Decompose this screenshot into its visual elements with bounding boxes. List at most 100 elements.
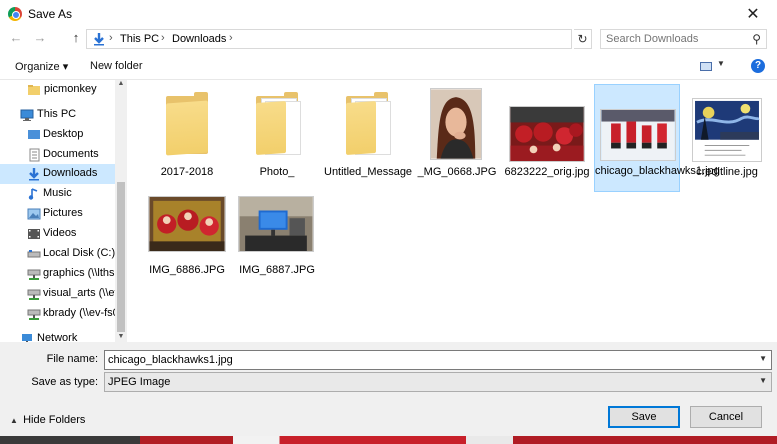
breadcrumb-separator: › — [229, 32, 233, 44]
image-thumbnail — [148, 196, 226, 252]
chevron-up-icon: ▲ — [10, 416, 18, 425]
file-item-creditline[interactable]: creditline.jpg — [684, 86, 770, 190]
file-name: 6823222_orig.jpg — [504, 166, 590, 178]
image-thumbnail — [430, 88, 482, 160]
sidebar-item-visual-arts[interactable]: visual_arts (\\ev- — [0, 284, 124, 304]
sidebar-item-downloads[interactable]: Downloads — [0, 164, 115, 184]
file-item-untitled-message[interactable]: Untitled_Message — [324, 86, 413, 190]
file-name: 2017-2018 — [160, 166, 214, 178]
refresh-button[interactable]: ↻ — [574, 29, 592, 49]
sidebar-item-label: Documents — [43, 148, 99, 160]
hide-folders-button[interactable]: ▲ Hide Folders — [10, 414, 85, 426]
sidebar-item-kbrady[interactable]: kbrady (\\ev-fs0 — [0, 304, 119, 324]
file-item-6823222-orig[interactable]: 6823222_orig.jpg — [504, 86, 590, 190]
search-icon[interactable]: ⚲ — [752, 32, 761, 46]
save-form: File name: ▼ Save as type: JPEG Image ▼ … — [0, 342, 777, 444]
chevron-down-icon: ▼ — [759, 376, 767, 385]
videos-icon — [28, 229, 40, 239]
scrollbar-thumb[interactable] — [117, 182, 125, 332]
sidebar-item-label: picmonkey — [44, 83, 97, 95]
folder-icon — [254, 92, 301, 156]
file-name: Photo_ — [259, 166, 295, 178]
save-button[interactable]: Save — [608, 406, 680, 428]
pictures-icon — [27, 208, 41, 220]
image-thumbnail — [509, 106, 585, 162]
organize-button[interactable]: Organize ▾ — [15, 60, 68, 73]
search-input[interactable] — [606, 32, 746, 46]
sidebar-item-network[interactable]: Network — [0, 329, 115, 342]
network-drive-icon — [27, 269, 41, 280]
save-as-type-value: JPEG Image — [108, 376, 171, 388]
folder-icon — [28, 85, 40, 95]
breadcrumb-this-pc[interactable]: This PC — [120, 33, 159, 45]
chevron-down-icon[interactable]: ▼ — [759, 354, 767, 363]
navigation-bar: ← → ↑ › This PC › Downloads › ▼ ↻ ⚲ — [0, 28, 777, 50]
sidebar-item-label: Local Disk (C:) — [43, 247, 116, 259]
sidebar-item-videos[interactable]: Videos — [0, 224, 115, 244]
close-icon[interactable]: ✕ — [743, 4, 763, 24]
sidebar-item-this-pc[interactable]: This PC — [0, 105, 115, 125]
file-item-2017-2018[interactable]: 2017-2018 — [144, 86, 230, 190]
scroll-up-icon[interactable]: ▲ — [115, 80, 127, 87]
file-name-field[interactable]: ▼ — [104, 350, 772, 370]
file-name: IMG_6887.JPG — [239, 264, 315, 276]
search-box[interactable]: ⚲ — [600, 29, 767, 49]
chrome-icon — [8, 7, 22, 21]
downloads-arrow-icon — [94, 33, 104, 46]
file-name: IMG_6886.JPG — [149, 264, 225, 276]
network-icon — [22, 334, 32, 342]
sidebar-item-label: Network — [37, 332, 78, 342]
change-view-button[interactable]: ▼ — [698, 59, 728, 74]
forward-button[interactable]: → — [32, 30, 48, 46]
breadcrumb-separator: › — [161, 32, 165, 44]
navigation-pane-scrollbar[interactable]: ▲ ▼ — [115, 80, 127, 342]
sidebar-item-label: kbrady (\\ev-fs0 — [43, 307, 119, 319]
sidebar-item-pictures[interactable]: Pictures — [0, 204, 115, 224]
sidebar-item-local-disk[interactable]: Local Disk (C:) — [0, 244, 115, 264]
file-name: _MG_0668.JPG — [417, 166, 497, 178]
network-drive-icon — [27, 309, 41, 320]
file-item-img-6886[interactable]: IMG_6886.JPG — [144, 192, 230, 296]
file-item-photo[interactable]: Photo_ — [234, 86, 320, 190]
file-name: creditline.jpg — [696, 166, 758, 178]
view-icon — [700, 62, 712, 71]
sidebar-item-label: Pictures — [43, 207, 83, 219]
music-icon — [28, 188, 38, 200]
file-item-chicago-blackhawks1[interactable]: chicago_blackhawks1.jpg — [594, 84, 720, 192]
sidebar-item-label: Music — [43, 187, 72, 199]
file-name-input[interactable] — [108, 353, 748, 367]
back-button[interactable]: ← — [8, 30, 24, 46]
up-button[interactable]: ↑ — [68, 30, 84, 46]
disk-icon — [27, 250, 41, 258]
sidebar-item-music[interactable]: Music — [0, 184, 115, 204]
hide-folders-label: Hide Folders — [23, 414, 86, 426]
sidebar-item-desktop[interactable]: Desktop — [0, 125, 115, 145]
command-bar: Organize ▾ New folder ▼ ? — [0, 54, 777, 80]
computer-icon — [20, 109, 34, 121]
file-item-img-6887[interactable]: IMG_6887.JPG — [234, 192, 320, 296]
file-list: 2017-2018 Photo_ Untitled_Message _MG_06… — [127, 80, 777, 342]
save-as-type-select[interactable]: JPEG Image ▼ — [104, 372, 772, 392]
new-folder-button[interactable]: New folder — [90, 60, 143, 72]
address-bar[interactable]: › This PC › Downloads › ▼ — [86, 29, 648, 49]
breadcrumb-downloads[interactable]: Downloads — [172, 33, 226, 45]
file-item-mg-0668[interactable]: _MG_0668.JPG — [414, 86, 500, 190]
sidebar-item-picmonkey[interactable]: picmonkey — [0, 80, 115, 100]
file-name-label: File name: — [46, 353, 98, 365]
help-button[interactable]: ? — [751, 59, 765, 73]
downloads-icon — [29, 168, 39, 181]
sidebar-item-graphics[interactable]: graphics (\\lths.d — [0, 264, 124, 284]
scroll-down-icon[interactable]: ▼ — [115, 333, 127, 340]
documents-icon — [29, 148, 40, 162]
sidebar-item-label: visual_arts (\\ev- — [43, 287, 124, 299]
title-bar: Save As ✕ — [0, 0, 777, 28]
desktop-icon — [28, 130, 40, 139]
sidebar-item-documents[interactable]: Documents — [0, 145, 115, 165]
sidebar-item-label: Downloads — [43, 167, 98, 179]
image-thumbnail — [238, 196, 314, 252]
background-window-strip — [0, 436, 777, 444]
network-drive-icon — [27, 289, 41, 300]
window-title: Save As — [28, 7, 73, 21]
cancel-button[interactable]: Cancel — [690, 406, 762, 428]
file-name: Untitled_Message — [324, 166, 413, 178]
